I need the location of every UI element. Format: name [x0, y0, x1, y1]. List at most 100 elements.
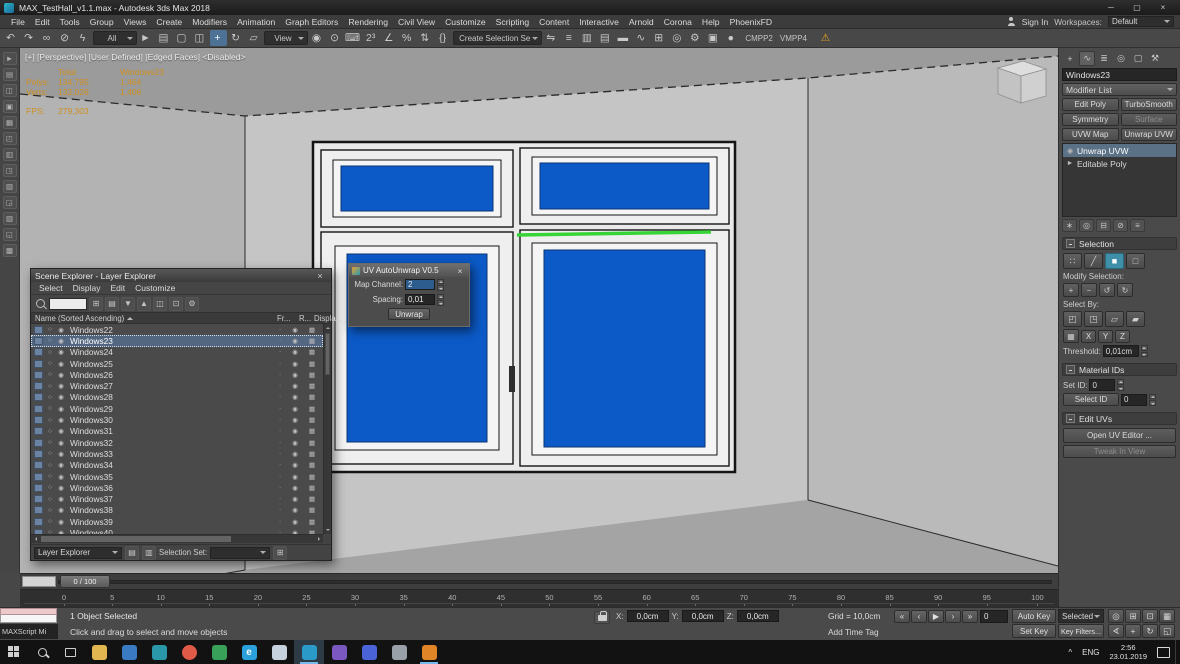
- left-toolbar-icon[interactable]: ◫: [3, 84, 17, 97]
- visibility-toggle-icon[interactable]: ◉: [57, 427, 65, 435]
- render-column-icon[interactable]: ◉: [292, 337, 298, 345]
- render-column-icon[interactable]: ◉: [292, 518, 298, 526]
- visibility-toggle-icon[interactable]: ◉: [57, 382, 65, 390]
- threshold-field[interactable]: 0,01cm: [1103, 345, 1139, 357]
- selection-rollout-header[interactable]: Selection: [1062, 237, 1177, 250]
- keyboard-override-icon[interactable]: ⌨: [345, 30, 362, 46]
- select-object-icon[interactable]: ►: [138, 30, 155, 46]
- time-slider-groove[interactable]: [58, 580, 1052, 584]
- selection-set-key-dropdown[interactable]: Selected: [1058, 609, 1104, 623]
- left-toolbar-icon[interactable]: ►: [3, 52, 17, 65]
- align-icon[interactable]: ≡: [561, 30, 578, 46]
- layer-name[interactable]: Windows31: [70, 426, 113, 436]
- menu-item[interactable]: Civil View: [393, 15, 440, 28]
- sign-in-link[interactable]: Sign In: [1022, 17, 1048, 27]
- display-column-icon[interactable]: ▦: [309, 484, 315, 492]
- table-row[interactable]: ○ ◉ Windows24 · ◉ ▦: [31, 347, 323, 358]
- ribbon-toggle-icon[interactable]: ▬: [615, 30, 632, 46]
- frozen-toggle-icon[interactable]: ○: [46, 428, 54, 435]
- taskbar-clock[interactable]: 2:5623.01.2019: [1104, 640, 1152, 664]
- layer-name[interactable]: Windows29: [70, 404, 113, 414]
- frozen-toggle-icon[interactable]: ○: [46, 439, 54, 446]
- frozen-column-icon[interactable]: ·: [279, 360, 281, 368]
- frozen-column-icon[interactable]: ·: [279, 382, 281, 390]
- play-animation-icon[interactable]: ▶: [928, 610, 944, 623]
- edge-subobject-icon[interactable]: ╱: [1084, 253, 1103, 269]
- vertex-subobject-icon[interactable]: ∷: [1063, 253, 1082, 269]
- spinner-snap-icon[interactable]: ⇅: [417, 30, 434, 46]
- frozen-toggle-icon[interactable]: ○: [46, 337, 54, 344]
- select-planar-icon[interactable]: ◰: [1063, 311, 1082, 327]
- show-desktop-button[interactable]: [1175, 640, 1180, 664]
- frozen-toggle-icon[interactable]: ○: [46, 360, 54, 367]
- frozen-toggle-icon[interactable]: ○: [46, 473, 54, 480]
- hierarchy-tab-icon[interactable]: ≣: [1096, 51, 1112, 66]
- left-toolbar-icon[interactable]: ◰: [3, 132, 17, 145]
- table-row[interactable]: ○ ◉ Windows26 · ◉ ▦: [31, 369, 323, 380]
- frozen-column-icon[interactable]: ·: [279, 484, 281, 492]
- visibility-toggle-icon[interactable]: ◉: [57, 439, 65, 447]
- configure-modifier-sets-icon[interactable]: ≡: [1130, 219, 1145, 232]
- menu-item[interactable]: Interactive: [574, 15, 624, 28]
- frozen-column-header[interactable]: Fr...: [277, 314, 290, 323]
- table-row[interactable]: ○ ◉ Windows34 · ◉ ▦: [31, 460, 323, 471]
- layer-explorer-toggle-icon[interactable]: ▤: [597, 30, 614, 46]
- show-end-result-icon[interactable]: ◎: [1079, 219, 1094, 232]
- visibility-toggle-icon[interactable]: ◉: [57, 416, 65, 424]
- map-channel-spinner[interactable]: [437, 279, 444, 291]
- menu-item[interactable]: Edit: [30, 15, 55, 28]
- render-column-icon[interactable]: ◉: [292, 427, 298, 435]
- menu-item[interactable]: File: [6, 15, 30, 28]
- frozen-toggle-icon[interactable]: ○: [46, 450, 54, 457]
- scrollbar-thumb[interactable]: [41, 536, 231, 542]
- modify-tab-icon[interactable]: ∿: [1079, 51, 1095, 66]
- select-by-angle-icon[interactable]: ◳: [1084, 311, 1103, 327]
- layer-name[interactable]: Windows37: [70, 494, 113, 504]
- layer-name[interactable]: Windows24: [70, 347, 113, 357]
- viewport-label[interactable]: [+] [Perspective] [User Defined] [Edged …: [25, 52, 245, 62]
- window-glass[interactable]: [540, 163, 709, 209]
- left-toolbar-icon[interactable]: ▩: [3, 244, 17, 257]
- mirror-icon[interactable]: ⇋: [543, 30, 560, 46]
- object-name-field[interactable]: Windows23: [1062, 68, 1177, 81]
- make-unique-icon[interactable]: ⊟: [1096, 219, 1111, 232]
- render-column-icon[interactable]: ◉: [292, 371, 298, 379]
- orbit-icon[interactable]: ↻: [1142, 624, 1158, 638]
- frozen-column-icon[interactable]: ·: [279, 450, 281, 458]
- render-column-icon[interactable]: ◉: [292, 360, 298, 368]
- display-column-icon[interactable]: ▦: [309, 473, 315, 481]
- set-id-field[interactable]: 0: [1089, 379, 1115, 391]
- layer-name[interactable]: Windows30: [70, 415, 113, 425]
- display-column-header[interactable]: Displa...: [314, 314, 342, 323]
- explorer-footer-icon[interactable]: ▤: [125, 546, 139, 560]
- frozen-toggle-icon[interactable]: ○: [46, 496, 54, 503]
- frozen-column-icon[interactable]: ·: [279, 518, 281, 526]
- rectangular-selection-icon[interactable]: ▢: [174, 30, 191, 46]
- select-smoothing-group-icon[interactable]: ▱: [1105, 311, 1124, 327]
- edge-browser-icon[interactable]: e: [234, 640, 264, 664]
- tweak-in-view-button[interactable]: Tweak In View: [1063, 445, 1176, 458]
- render-column-icon[interactable]: ◉: [292, 506, 298, 514]
- frozen-toggle-icon[interactable]: ○: [46, 371, 54, 378]
- max-taskbar-icon[interactable]: [294, 640, 324, 664]
- frozen-toggle-icon[interactable]: ○: [46, 507, 54, 514]
- display-column-icon[interactable]: ▦: [309, 506, 315, 514]
- utilities-tab-icon[interactable]: ⚒: [1147, 51, 1163, 66]
- table-row[interactable]: ○ ◉ Windows22 · ◉ ▦: [31, 324, 323, 335]
- table-row[interactable]: ○ ◉ Windows28 · ◉ ▦: [31, 392, 323, 403]
- collapse-all-icon[interactable]: ▼: [121, 297, 135, 311]
- spacing-spinner[interactable]: [437, 294, 444, 306]
- tray-expand-button[interactable]: ^: [1063, 640, 1077, 664]
- render-column-icon[interactable]: ◉: [292, 405, 298, 413]
- select-and-manipulate-icon[interactable]: ⊙: [327, 30, 344, 46]
- motion-tab-icon[interactable]: ◎: [1113, 51, 1129, 66]
- menu-item[interactable]: Select: [35, 283, 67, 293]
- modifier-button[interactable]: UVW Map: [1062, 128, 1119, 141]
- window-glass[interactable]: [544, 250, 705, 447]
- menu-item[interactable]: Group: [85, 15, 119, 28]
- frozen-column-icon[interactable]: ·: [279, 427, 281, 435]
- left-toolbar-icon[interactable]: ◱: [3, 228, 17, 241]
- modifier-button[interactable]: Edit Poly: [1062, 98, 1119, 111]
- visibility-toggle-icon[interactable]: ◉: [57, 461, 65, 469]
- menu-item[interactable]: Display: [69, 283, 105, 293]
